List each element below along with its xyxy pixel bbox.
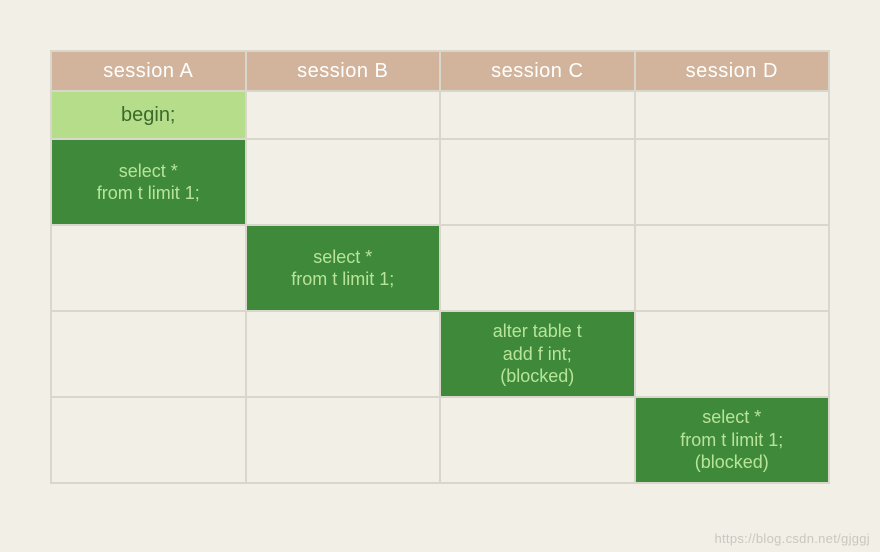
cell-empty [440,225,635,311]
col-header-session-a: session A [51,51,246,91]
cell-empty [246,139,441,225]
table-row: alter table t add f int; (blocked) [51,311,829,397]
watermark-text: https://blog.csdn.net/gjggj [714,531,870,546]
col-header-session-c: session C [440,51,635,91]
cell-select-b: select * from t limit 1; [247,226,440,310]
cell-select-a: select * from t limit 1; [52,140,245,224]
cell-empty [440,91,635,139]
cell-alter-c: alter table t add f int; (blocked) [441,312,634,396]
cell-select-d: select * from t limit 1; (blocked) [636,398,829,482]
table-row: select * from t limit 1; [51,225,829,311]
cell-empty [51,225,246,311]
cell-empty [440,139,635,225]
cell-empty [51,397,246,483]
cell-empty [51,311,246,397]
cell-empty [635,225,830,311]
col-header-session-b: session B [246,51,441,91]
cell-empty [440,397,635,483]
cell-empty [246,311,441,397]
col-header-session-d: session D [635,51,830,91]
table-row: select * from t limit 1; (blocked) [51,397,829,483]
cell-empty [635,311,830,397]
cell-empty [635,139,830,225]
cell-empty [635,91,830,139]
cell-empty [246,397,441,483]
cell-empty [246,91,441,139]
table-header-row: session A session B session C session D [51,51,829,91]
table-row: begin; [51,91,829,139]
cell-begin: begin; [52,92,245,138]
session-lock-table: session A session B session C session D … [50,50,830,484]
diagram-wrapper: session A session B session C session D … [0,0,880,494]
table-row: select * from t limit 1; [51,139,829,225]
